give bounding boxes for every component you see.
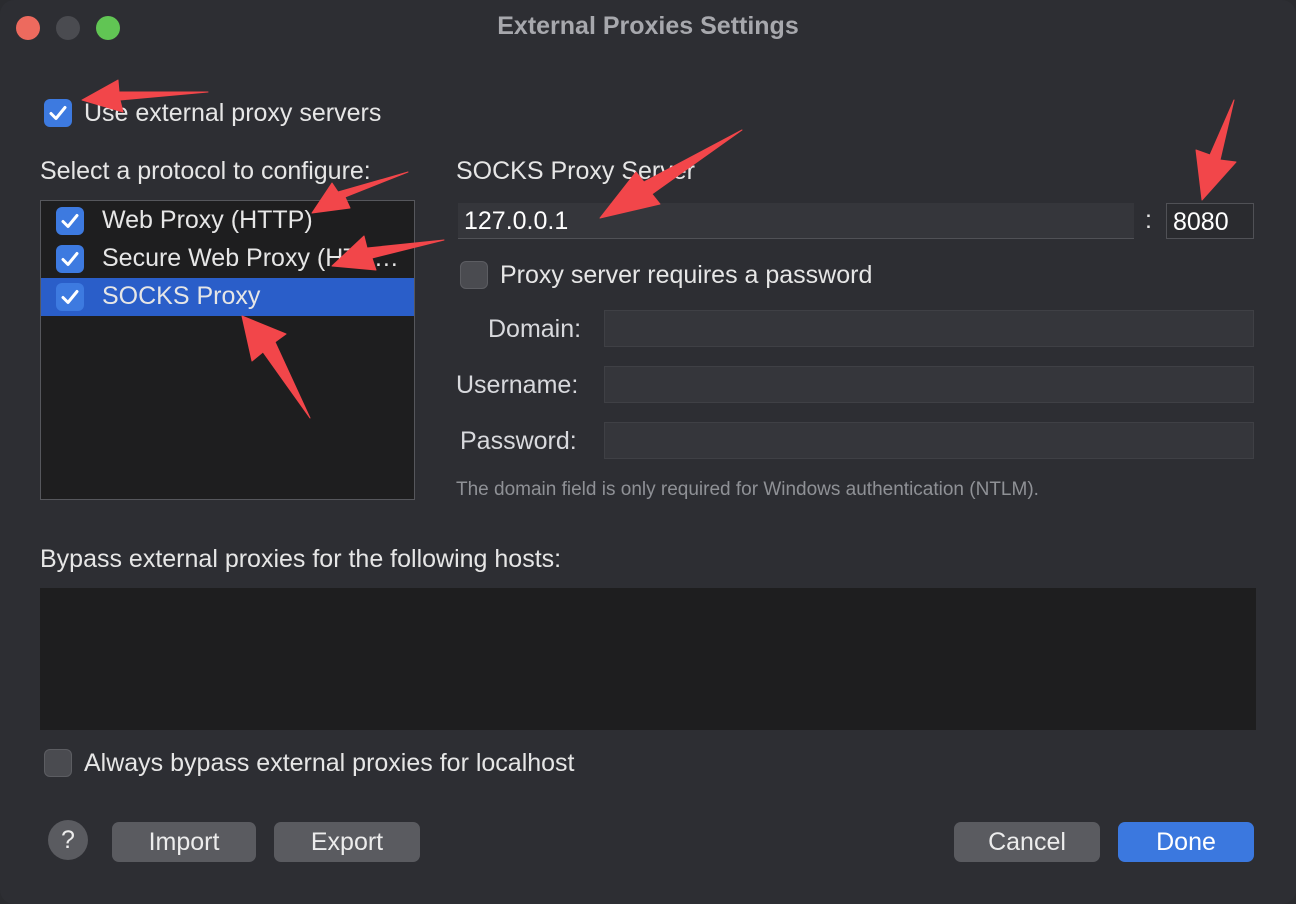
password-input[interactable] — [604, 422, 1254, 459]
username-input[interactable] — [604, 366, 1254, 403]
username-label: Username: — [456, 371, 579, 399]
protocol-item-https[interactable]: Secure Web Proxy (HTTPS) — [41, 240, 414, 278]
protocol-list: Web Proxy (HTTP) Secure Web Proxy (HTTPS… — [40, 200, 415, 500]
proxy-settings-window: External Proxies Settings Use external p… — [0, 0, 1296, 904]
window-title: External Proxies Settings — [497, 12, 799, 40]
bypass-localhost-label: Always bypass external proxies for local… — [84, 749, 575, 777]
password-label: Password: — [460, 427, 577, 455]
cancel-button[interactable]: Cancel — [954, 822, 1100, 862]
protocol-list-heading: Select a protocol to configure: — [40, 157, 371, 185]
protocol-item-socks[interactable]: SOCKS Proxy — [41, 278, 414, 316]
export-button[interactable]: Export — [274, 822, 420, 862]
use-external-proxy-label: Use external proxy servers — [84, 99, 382, 127]
protocol-https-checkbox[interactable] — [56, 245, 84, 273]
proxy-host-input[interactable]: 127.0.0.1 — [458, 203, 1134, 239]
checkmark-icon — [49, 106, 67, 120]
requires-password-label: Proxy server requires a password — [500, 261, 873, 289]
use-external-proxy-checkbox[interactable] — [44, 99, 72, 127]
protocol-item-http[interactable]: Web Proxy (HTTP) — [41, 202, 414, 240]
protocol-socks-checkbox[interactable] — [56, 283, 84, 311]
bypass-hosts-textarea[interactable] — [40, 588, 1256, 730]
import-button[interactable]: Import — [112, 822, 256, 862]
host-port-separator: : — [1145, 206, 1152, 234]
protocol-item-label: SOCKS Proxy — [102, 282, 261, 310]
requires-password-checkbox[interactable] — [460, 261, 488, 289]
protocol-item-label: Web Proxy (HTTP) — [102, 206, 313, 234]
annotation-arrow-icon — [1195, 99, 1237, 201]
server-heading: SOCKS Proxy Server — [456, 157, 695, 185]
domain-input[interactable] — [604, 310, 1254, 347]
bypass-localhost-checkbox[interactable] — [44, 749, 72, 777]
help-button[interactable]: ? — [48, 820, 88, 860]
protocol-http-checkbox[interactable] — [56, 207, 84, 235]
domain-help-note: The domain field is only required for Wi… — [456, 479, 1039, 500]
done-button[interactable]: Done — [1118, 822, 1254, 862]
title-bar: External Proxies Settings — [0, 0, 1296, 54]
checkmark-icon — [61, 214, 79, 228]
domain-label: Domain: — [488, 315, 582, 343]
bypass-heading: Bypass external proxies for the followin… — [40, 545, 562, 573]
protocol-item-label: Secure Web Proxy (HTTPS) — [102, 244, 402, 272]
proxy-port-input[interactable]: 8080 — [1166, 203, 1254, 239]
checkmark-icon — [61, 290, 79, 304]
checkmark-icon — [61, 252, 79, 266]
